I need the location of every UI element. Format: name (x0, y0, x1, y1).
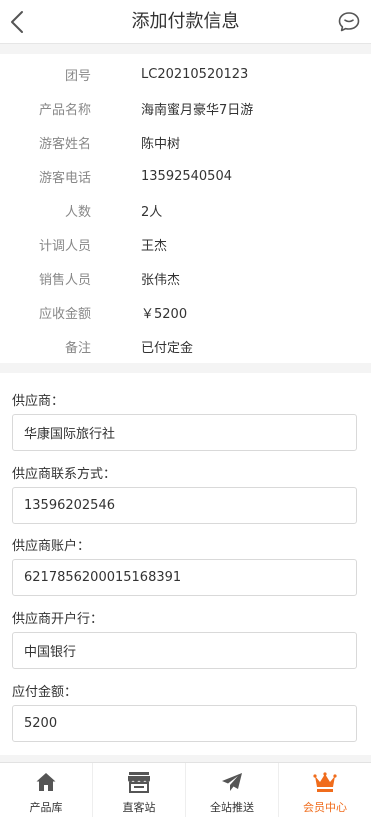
info-value: 13592540504 (141, 168, 232, 184)
tab-label: 直客站 (122, 801, 156, 814)
tab-member-center[interactable]: 会员中心 (279, 763, 371, 817)
message-button[interactable] (335, 8, 363, 36)
supplier-account-label: 供应商账户： (12, 539, 91, 554)
supplier-label: 供应商： (12, 394, 65, 409)
info-label: 应收金额 (38, 306, 91, 322)
supplier-account-input[interactable] (12, 559, 357, 596)
info-row-product-name: 产品名称 海南蜜月豪华7日游 (0, 91, 371, 125)
supplier-bank-label: 供应商开户行： (12, 612, 104, 627)
chevron-left-icon (11, 11, 23, 33)
info-label: 备注 (64, 340, 91, 356)
info-row-receivable: 应收金额 ￥5200 (0, 295, 371, 329)
info-row-remark: 备注 已付定金 (0, 329, 371, 363)
info-value: 2人 (141, 204, 163, 220)
info-row-tourist-name: 游客姓名 陈中树 (0, 125, 371, 159)
home-icon (34, 770, 58, 794)
tab-label: 会员中心 (303, 801, 347, 814)
info-value: 已付定金 (141, 340, 194, 356)
info-value: 张伟杰 (141, 272, 181, 288)
info-label: 游客电话 (38, 170, 91, 186)
info-row-tourist-phone: 游客电话 13592540504 (0, 159, 371, 193)
amount-payable-input[interactable] (12, 705, 357, 742)
paper-plane-icon (220, 770, 244, 794)
info-label: 人数 (64, 204, 91, 220)
supplier-input[interactable] (12, 414, 357, 451)
tab-product-library[interactable]: 产品库 (0, 763, 93, 817)
info-label: 团号 (64, 68, 91, 84)
tab-label: 产品库 (29, 801, 63, 814)
order-info-panel: 团号 LC20210520123 产品名称 海南蜜月豪华7日游 游客姓名 陈中树… (0, 54, 371, 363)
info-value: 海南蜜月豪华7日游 (141, 102, 254, 118)
info-value: 王杰 (141, 238, 168, 254)
bottom-tab-bar: 产品库 直客站 全站推送 会员中心 (0, 762, 371, 817)
info-row-salesperson: 销售人员 张伟杰 (0, 261, 371, 295)
crown-icon (313, 770, 337, 794)
info-label: 产品名称 (38, 102, 91, 118)
supplier-bank-input[interactable] (12, 632, 357, 669)
page-title: 添加付款信息 (131, 11, 240, 32)
info-value: ￥5200 (141, 306, 188, 322)
supplier-contact-label: 供应商联系方式： (12, 467, 117, 482)
supplier-contact-input[interactable] (12, 487, 357, 524)
info-value: LC20210520123 (141, 66, 249, 82)
chat-bubble-icon (338, 12, 360, 32)
tab-site-push[interactable]: 全站推送 (186, 763, 279, 817)
info-row-planner: 计调人员 王杰 (0, 227, 371, 261)
info-label: 计调人员 (38, 238, 91, 254)
amount-payable-label: 应付金额： (12, 685, 78, 700)
tab-direct-customer[interactable]: 直客站 (93, 763, 186, 817)
tab-label: 全站推送 (210, 801, 254, 814)
info-label: 游客姓名 (38, 136, 91, 152)
info-label: 销售人员 (38, 272, 91, 288)
back-button[interactable] (2, 6, 32, 38)
top-nav-bar: 添加付款信息 (0, 0, 371, 44)
info-row-headcount: 人数 2人 (0, 193, 371, 227)
info-value: 陈中树 (141, 136, 181, 152)
storefront-icon (127, 770, 151, 794)
info-row-group-number: 团号 LC20210520123 (0, 57, 371, 91)
payment-form: 供应商： 供应商联系方式： 供应商账户： 供应商开户行： 应付金额： (0, 373, 371, 755)
